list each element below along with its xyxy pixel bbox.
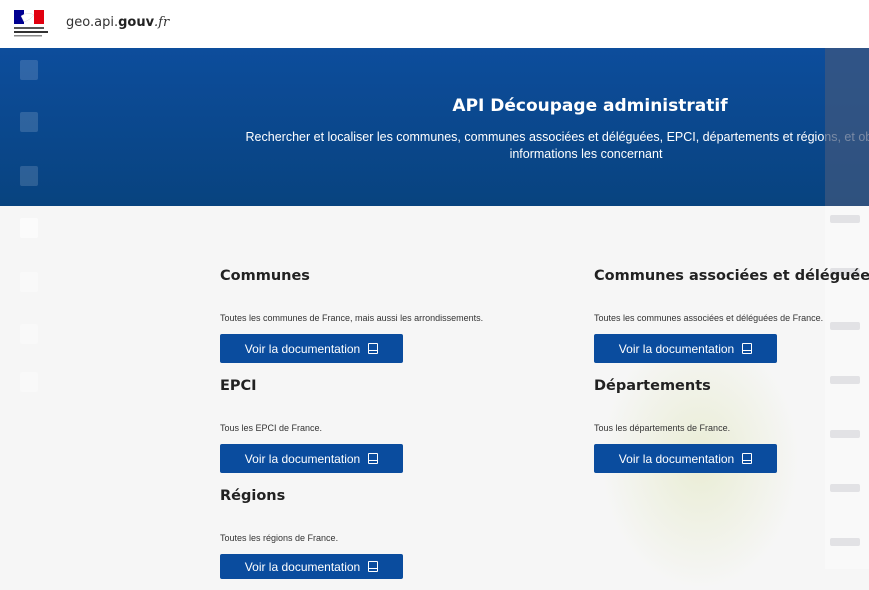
section-regions: Régions Toutes les régions de France. Vo… [220, 488, 520, 579]
ghost-panel-dark [825, 48, 869, 206]
section-description: Tous les EPCI de France. [220, 423, 323, 433]
regions-doc-button[interactable]: Voir la documentation [220, 554, 403, 579]
button-label: Voir la documentation [618, 341, 735, 356]
ghost-line [830, 215, 860, 223]
section-communes-associees: Communes associées et déléguées Toutes l… [594, 268, 869, 363]
desktop-file-icon [16, 110, 46, 140]
ghost-line [830, 322, 860, 330]
desktop-file-icon [16, 58, 46, 88]
site-header: geo.api.gouv.fr [0, 0, 869, 48]
desktop-app-icon [16, 370, 46, 400]
book-icon [368, 343, 379, 354]
section-title: Communes associées et déléguées [594, 268, 869, 284]
site-name-suffix: .fr [154, 15, 170, 30]
button-label: Voir la documentation [244, 559, 361, 574]
section-title: Communes [220, 268, 310, 284]
site-name-prefix: geo.api. [66, 15, 119, 30]
desktop-overlay [0, 48, 64, 581]
desktop-app-icon [16, 322, 46, 352]
section-departements: Départements Tous les départements de Fr… [594, 378, 869, 473]
book-icon [742, 453, 753, 464]
epci-doc-button[interactable]: Voir la documentation [220, 444, 403, 473]
ghost-line [830, 430, 860, 438]
section-description: Toutes les communes associées et délégué… [594, 313, 824, 323]
communes-associees-doc-button[interactable]: Voir la documentation [594, 334, 777, 363]
button-label: Voir la documentation [244, 341, 361, 356]
ghost-line [830, 484, 860, 492]
page-title: API Découpage administratif [452, 96, 728, 116]
desktop-file-icon [16, 164, 46, 194]
button-label: Voir la documentation [244, 451, 361, 466]
ghost-line [830, 538, 860, 546]
section-description: Toutes les communes de France, mais auss… [220, 313, 484, 323]
section-title: Régions [220, 488, 286, 504]
section-description: Toutes les régions de France. [220, 533, 339, 543]
section-title: EPCI [220, 378, 257, 394]
section-description: Tous les départements de France. [594, 423, 731, 433]
button-label: Voir la documentation [618, 451, 735, 466]
site-name[interactable]: geo.api.gouv.fr [66, 15, 169, 30]
book-icon [742, 343, 753, 354]
desktop-app-icon [16, 270, 46, 300]
section-epci: EPCI Tous les EPCI de France. Voir la do… [220, 378, 520, 473]
section-title: Départements [594, 378, 711, 394]
site-name-bold: gouv [118, 15, 155, 30]
marianne-logo-icon[interactable] [12, 8, 60, 40]
book-icon [368, 453, 379, 464]
book-icon [368, 561, 379, 572]
communes-doc-button[interactable]: Voir la documentation [220, 334, 403, 363]
hero-banner: API Découpage administratif Rechercher e… [0, 48, 869, 206]
page-subtitle: Rechercher et localiser les communes, co… [245, 130, 869, 161]
departements-doc-button[interactable]: Voir la documentation [594, 444, 777, 473]
desktop-app-icon [16, 216, 46, 246]
section-communes: Communes Toutes les communes de France, … [220, 268, 520, 363]
